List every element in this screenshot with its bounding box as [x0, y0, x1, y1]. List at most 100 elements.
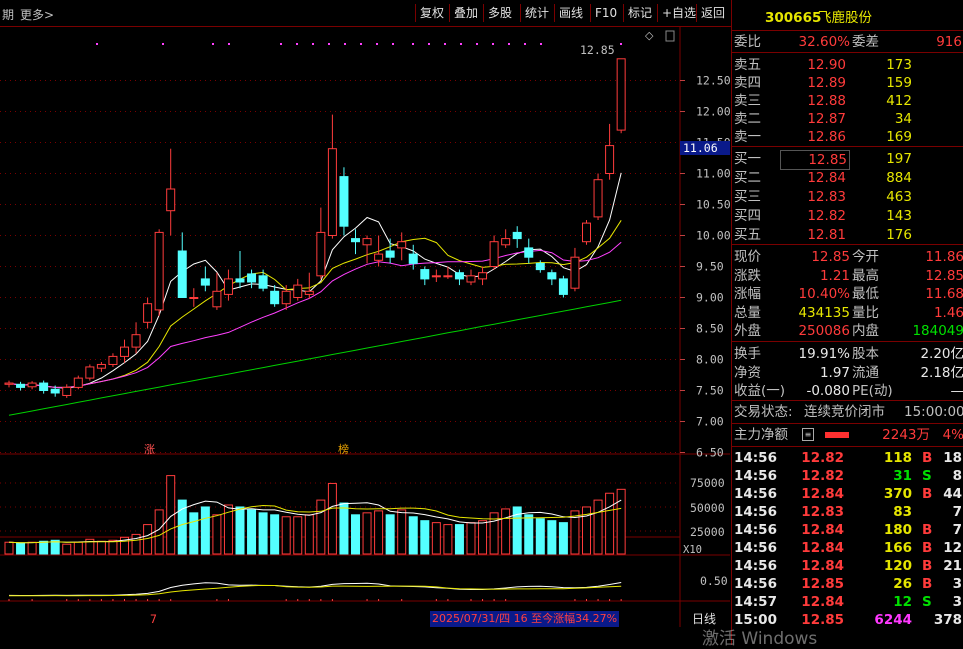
tick-time: 14:56 [734, 540, 777, 556]
volume-axis-label: 50000 [690, 501, 725, 515]
fundamental-label: 股本 [852, 346, 879, 362]
stat-label: 内盘 [852, 323, 879, 339]
main-flow-label: 主力净额 [734, 427, 788, 443]
weicha-label: 委差 [852, 34, 879, 50]
candle-body [39, 382, 49, 391]
candle-body [247, 273, 257, 283]
chart-status-bar: 2025/07/31/四 16 至今涨幅34.27% [0, 611, 731, 645]
volume-bar [385, 514, 395, 555]
bid-price: 12.84 [807, 170, 846, 186]
ask-row[interactable]: 卖四 12.89 159 [732, 74, 963, 92]
bid-row[interactable]: 买三 12.83 463 [732, 188, 963, 206]
multi-stock-button[interactable]: 多股 [483, 4, 516, 22]
more-menu[interactable]: 更多> [20, 6, 54, 23]
signal-dot [212, 43, 214, 45]
volume-bar [235, 506, 245, 555]
tick-count: 12 [943, 540, 962, 556]
volume-bar [362, 512, 372, 555]
diamond-icon[interactable]: ◇ [645, 29, 654, 42]
volume-bar [258, 512, 268, 555]
ask-row[interactable]: 卖五 12.90 173 [732, 56, 963, 74]
tick-price: 12.84 [801, 540, 844, 556]
tick-time: 14:56 [734, 522, 777, 538]
mark-button[interactable]: 标记 [623, 4, 656, 22]
volume-bar [420, 520, 430, 555]
tick-price: 12.85 [801, 576, 844, 592]
volume-bar [547, 520, 557, 555]
f10-button[interactable]: F10 [590, 4, 621, 22]
volume-bar [339, 502, 349, 555]
candle-body [570, 256, 580, 289]
bid-row[interactable]: 买四 12.82 143 [732, 207, 963, 225]
volume-bar [616, 488, 626, 555]
bid-label: 买三 [734, 189, 761, 205]
scroll-handle[interactable] [665, 30, 675, 42]
signal-dot [620, 43, 622, 45]
moving-average-line [8, 299, 622, 416]
candle-body [258, 275, 268, 289]
volume-axis-label: 25000 [690, 525, 725, 539]
list-marker: 榜 [338, 442, 349, 456]
ask-row[interactable]: 卖二 12.87 34 [732, 110, 963, 128]
candle-body [108, 355, 118, 365]
volume-bar [62, 543, 72, 555]
quote-panel: 300665 飞鹿股份 委比 32.60% 委差 916 卖五 12.90 173 卖… [731, 0, 963, 645]
tick-price: 12.82 [801, 450, 844, 466]
signal-dot [360, 43, 362, 45]
fundamental-label: PE(动) [852, 383, 893, 399]
ask-label: 卖二 [734, 111, 761, 127]
volume-bar [39, 540, 49, 555]
stat-value: 434135 [798, 304, 850, 321]
ask-row[interactable]: 卖一 12.86 169 [732, 128, 963, 146]
candle-body [397, 241, 407, 249]
price-axis-label: 12.50 [696, 74, 730, 88]
tick-row: 14:56 12.83 83 7 [732, 503, 963, 521]
ask-row[interactable]: 卖三 12.88 412 [732, 92, 963, 110]
ask-volume: 159 [886, 75, 912, 91]
tick-row: 14:56 12.84 120 B 21 [732, 557, 963, 575]
tick-count: 3 [952, 576, 962, 592]
stat-label: 总量 [734, 304, 761, 321]
tick-volume: 180 [883, 522, 912, 538]
bid-row[interactable]: 买五 12.81 176 [732, 226, 963, 244]
volume-bar [454, 524, 464, 555]
range-change-note: 2025/07/31/四 16 至今涨幅34.27% [430, 611, 620, 627]
bid-volume: 197 [886, 151, 912, 167]
candle-body [212, 290, 222, 308]
tick-count: 3 [952, 594, 962, 610]
signal-dot [392, 43, 394, 45]
volume-bar [281, 516, 291, 555]
bid-row[interactable]: 买一 12.85 197 [732, 150, 963, 170]
stat-label: 最低 [852, 286, 879, 302]
restore-rights-button[interactable]: 复权 [415, 4, 448, 22]
volume-bar [247, 509, 257, 555]
candle-body [120, 346, 129, 357]
bid-row[interactable]: 买二 12.84 884 [732, 169, 963, 187]
tick-side: B [922, 486, 933, 502]
period-label[interactable]: 期 [2, 6, 14, 23]
tick-price: 12.84 [801, 522, 844, 538]
fundamental-value: 2.20亿 [920, 346, 963, 362]
candle-body [293, 284, 303, 299]
trade-state-label: 交易状态: [734, 404, 793, 420]
add-favorite-button[interactable]: +自选 [657, 4, 700, 22]
kline-chart[interactable]: 12.5012.0011.5011.0010.5010.009.509.008.… [0, 27, 730, 627]
overlay-button[interactable]: 叠加 [449, 4, 482, 22]
signal-dot [162, 43, 164, 45]
tick-count: 21 [943, 558, 962, 574]
signal-dot [312, 43, 314, 45]
tick-volume: 31 [893, 468, 912, 484]
tick-price: 12.83 [801, 504, 844, 520]
candle-body [166, 188, 176, 212]
draw-line-button[interactable]: 画线 [554, 4, 587, 22]
volume-bar [27, 541, 37, 555]
tick-time: 14:56 [734, 450, 777, 466]
statistics-button[interactable]: 统计 [520, 4, 553, 22]
volume-bar [397, 509, 407, 555]
list-icon[interactable]: ≡ [802, 428, 814, 441]
back-button[interactable]: 返回 [696, 4, 729, 22]
tick-volume: 12 [893, 594, 912, 610]
stat-label: 涨幅 [734, 286, 761, 302]
current-price-tag: 11.06 [683, 141, 718, 155]
indicator-axis-label: 0.50 [700, 574, 728, 588]
